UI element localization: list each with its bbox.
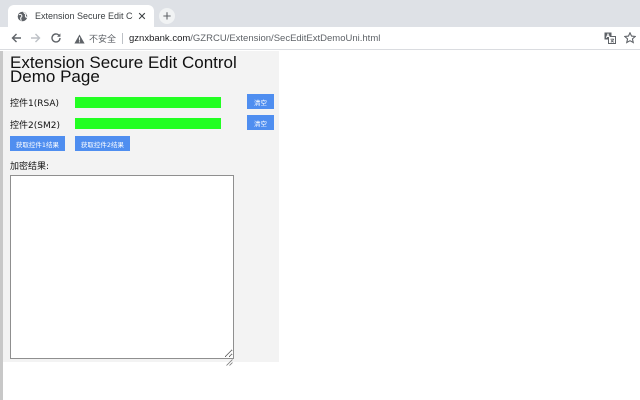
translate-button[interactable]	[603, 31, 617, 45]
control-1-label: 控件1(RSA)	[10, 99, 60, 109]
arrow-right-icon	[30, 29, 42, 48]
url-host: gznxbank.com	[129, 33, 191, 44]
close-icon[interactable]: ✕	[136, 10, 148, 23]
clear-control-1-button[interactable]: 清空	[247, 94, 274, 109]
new-tab-button[interactable]: +	[159, 8, 175, 24]
url-path: /GZRCU/Extension/SecEditExtDemoUni.html	[190, 33, 381, 44]
translate-icon	[604, 29, 616, 48]
security-label[interactable]: 不安全	[89, 32, 116, 45]
result-label: 加密结果:	[10, 162, 50, 172]
back-button[interactable]	[8, 30, 24, 46]
reload-button[interactable]	[48, 30, 64, 46]
get-result-2-button[interactable]: 获取控件2结果	[75, 136, 130, 151]
clear-control-2-button[interactable]: 清空	[247, 115, 274, 130]
omnibox-divider	[122, 33, 124, 44]
secure-edit-control-1[interactable]	[75, 97, 221, 108]
globe-icon	[17, 11, 28, 22]
result-textarea[interactable]	[10, 175, 234, 359]
bookmark-button[interactable]	[623, 31, 637, 45]
browser-toolbar: 不安全 gznxbank.com/GZRCU/Extension/SecEdit…	[0, 27, 640, 50]
arrow-left-icon	[10, 29, 22, 48]
tab-title: Extension Secure Edit Control	[35, 11, 133, 21]
browser-tab[interactable]: Extension Secure Edit Control ✕	[8, 5, 154, 27]
warning-triangle-icon[interactable]	[73, 33, 85, 45]
address-bar[interactable]: 不安全 gznxbank.com/GZRCU/Extension/SecEdit…	[66, 29, 640, 48]
forward-button[interactable]	[28, 30, 44, 46]
reload-icon	[50, 29, 62, 48]
url-text[interactable]: gznxbank.com/GZRCU/Extension/SecEditExtD…	[129, 33, 380, 44]
resize-grip-icon[interactable]	[225, 351, 233, 366]
page-title: Extension Secure Edit Control Demo Page	[10, 53, 237, 86]
secure-edit-control-2[interactable]	[75, 118, 221, 129]
star-icon	[623, 29, 637, 48]
get-result-1-button[interactable]: 获取控件1结果	[10, 136, 65, 151]
control-2-label: 控件2(SM2)	[10, 121, 60, 131]
browser-tabstrip: Extension Secure Edit Control ✕ +	[0, 0, 640, 27]
